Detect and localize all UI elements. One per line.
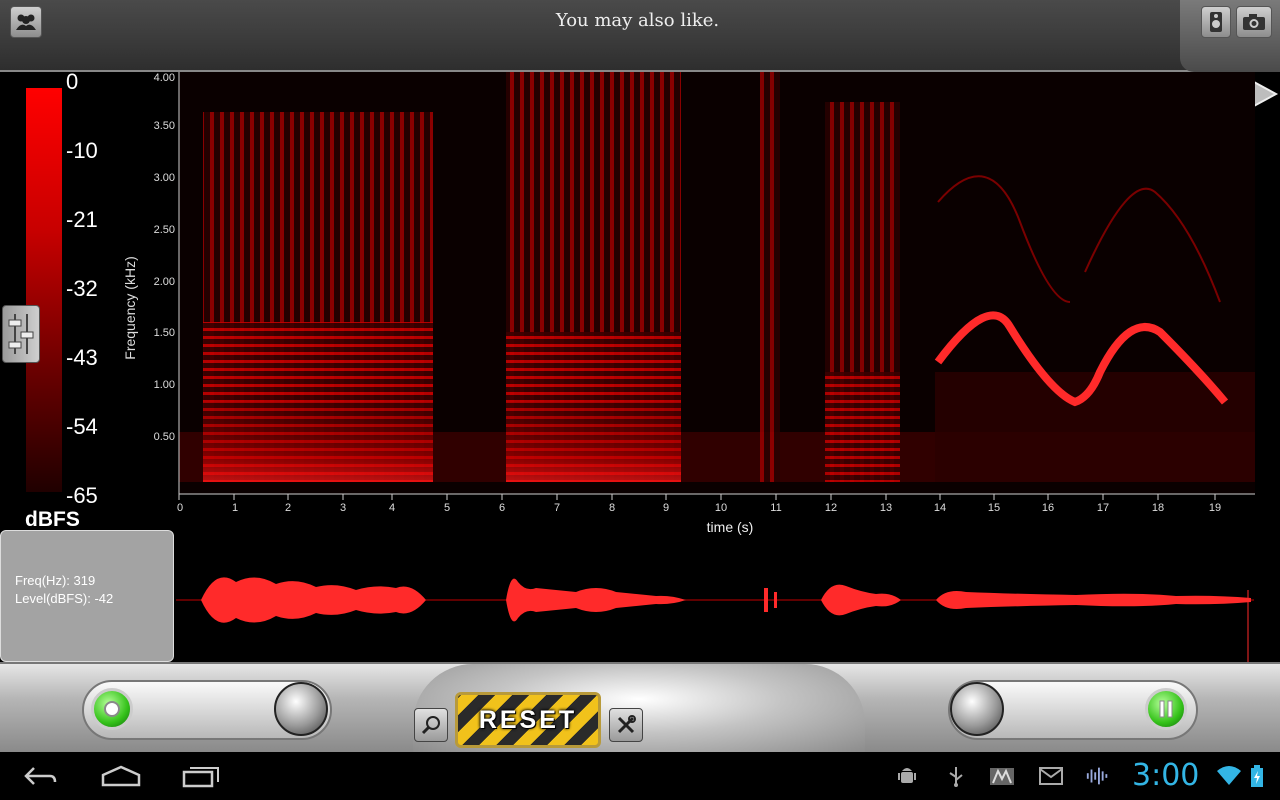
x-tick: 15: [987, 502, 1001, 514]
scale-unit: dBFS: [25, 508, 80, 531]
wifi-icon: [1216, 764, 1242, 788]
x-tick: 16: [1041, 502, 1055, 514]
pause-button[interactable]: [1145, 688, 1187, 730]
scale-tick: -54: [66, 414, 98, 439]
record-button[interactable]: [91, 688, 133, 730]
y-tick: 3.50: [153, 120, 175, 132]
scale-tick: 0: [66, 69, 79, 94]
x-tick: 0: [176, 502, 184, 514]
clock: 3:00: [1132, 758, 1200, 793]
battery-icon: [1244, 764, 1270, 788]
scale-tick: -21: [66, 207, 98, 232]
y-tick: 2.50: [153, 224, 175, 236]
zoom-icon[interactable]: [414, 708, 448, 742]
y-tick: 1.50: [153, 327, 175, 339]
x-tick: 13: [879, 502, 893, 514]
x-axis-label: time (s): [706, 519, 754, 535]
x-tick: 4: [388, 502, 396, 514]
x-tick: 9: [662, 502, 670, 514]
reset-button[interactable]: RESET: [455, 692, 601, 748]
audio-app-icon: [1085, 764, 1111, 788]
x-tick: 17: [1096, 502, 1110, 514]
side-tab: [1180, 0, 1280, 72]
scale-tick: -43: [66, 345, 98, 370]
slider-knob[interactable]: [950, 682, 1004, 736]
level-readout: Level(dBFS): -42: [15, 591, 114, 606]
x-tick: 19: [1208, 502, 1222, 514]
waveform-display[interactable]: [176, 562, 1280, 662]
gmail-icon: [1038, 764, 1064, 788]
x-tick: 10: [714, 502, 728, 514]
y-tick: 4.00: [153, 72, 175, 84]
y-tick: 2.00: [153, 276, 175, 288]
recent-apps-icon[interactable]: [182, 764, 220, 793]
spectrogram-plot[interactable]: [170, 72, 1260, 504]
scale-tick: -10: [66, 138, 98, 163]
y-axis-label: Frequency (kHz): [122, 256, 138, 360]
camera-icon[interactable]: [1236, 6, 1272, 38]
usb-icon: [943, 764, 969, 788]
x-tick: 8: [608, 502, 616, 514]
equalizer-settings-icon[interactable]: [2, 305, 40, 363]
y-tick: 1.00: [153, 379, 175, 391]
x-tick: 5: [443, 502, 451, 514]
android-debug-icon: [894, 764, 920, 788]
y-tick: 3.00: [153, 172, 175, 184]
x-tick: 2: [284, 502, 292, 514]
slider-knob[interactable]: [274, 682, 328, 736]
ad-text[interactable]: You may also like.: [0, 10, 1275, 31]
x-tick: 12: [824, 502, 838, 514]
frequency-readout: Freq(Hz): 319: [15, 573, 96, 588]
store-icon: [989, 764, 1015, 788]
x-tick: 7: [553, 502, 561, 514]
back-icon[interactable]: [22, 764, 58, 793]
x-tick: 6: [498, 502, 506, 514]
x-tick: 1: [231, 502, 239, 514]
readout-panel: Freq(Hz): 319 Level(dBFS): -42: [0, 530, 174, 662]
x-tick: 3: [339, 502, 347, 514]
ad-banner[interactable]: You may also like.: [0, 0, 1280, 72]
scale-tick: -65: [66, 483, 98, 508]
scale-tick: -32: [66, 276, 98, 301]
x-tick: 18: [1151, 502, 1165, 514]
y-tick: 0.50: [153, 431, 175, 443]
tools-icon[interactable]: [609, 708, 643, 742]
x-tick: 11: [770, 502, 782, 514]
speaker-icon[interactable]: [1201, 6, 1231, 38]
x-tick: 14: [933, 502, 947, 514]
color-scale-bar: [26, 88, 62, 492]
home-icon[interactable]: [101, 764, 141, 793]
